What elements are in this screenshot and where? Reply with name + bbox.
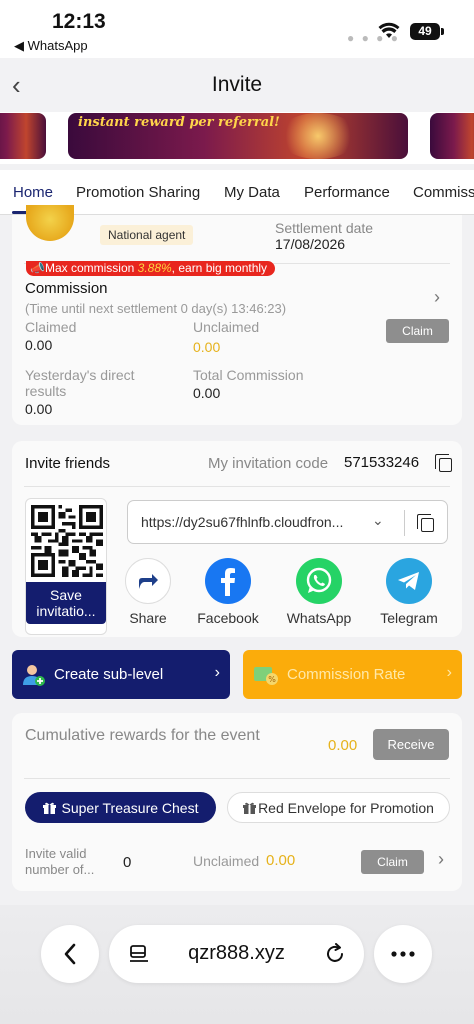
- reload-icon[interactable]: [324, 943, 346, 965]
- telegram-icon: [386, 558, 432, 604]
- share-option-whatsapp[interactable]: WhatsApp: [279, 558, 359, 626]
- yesterday-results-label: Yesterday's direct results: [25, 367, 135, 399]
- invitation-code-value: 571533246: [344, 454, 420, 471]
- gift-icon: [42, 802, 56, 814]
- qr-code-image: [31, 505, 103, 577]
- clock: 12:13: [52, 10, 106, 33]
- settlement-date-label: Settlement date: [275, 220, 374, 236]
- status-bar: 12:13 ◀ WhatsApp ● ● ● ● 49: [0, 0, 474, 58]
- tab-performance[interactable]: Performance: [304, 184, 390, 201]
- invite-valid-value: 0: [123, 854, 132, 871]
- tab-home[interactable]: Home: [13, 184, 53, 201]
- banner-slide-next[interactable]: [430, 113, 474, 159]
- commission-rate-icon: %: [254, 666, 278, 685]
- invite-link-field[interactable]: https://dy2su67fhlnfb.cloudfron... ⌄: [127, 500, 448, 544]
- cumulative-rewards-label: Cumulative rewards for the event: [25, 727, 260, 744]
- promo-percent: 3.88%: [137, 261, 172, 275]
- wifi-icon: [378, 22, 400, 38]
- back-to-app-link[interactable]: ◀ WhatsApp: [14, 38, 88, 54]
- page-title: Invite: [211, 73, 263, 96]
- red-envelope-label: Red Envelope for Promotion: [258, 799, 434, 816]
- commission-card: National agent Settlement date 17/08/202…: [12, 205, 462, 425]
- save-invitation-button[interactable]: Save invitatio...: [26, 582, 106, 624]
- chevron-right-icon[interactable]: ›: [438, 849, 444, 870]
- invite-link-text: https://dy2su67fhlnfb.cloudfron...: [141, 514, 344, 530]
- banner-art: [278, 113, 358, 159]
- whatsapp-label: WhatsApp: [286, 610, 352, 626]
- commission-rate-button[interactable]: % Commission Rate ›: [243, 650, 462, 699]
- svg-text:%: %: [268, 675, 276, 684]
- browser-back-button[interactable]: [41, 925, 99, 983]
- banner-slide-current[interactable]: instant reward per referral!: [68, 113, 408, 159]
- add-user-icon: [23, 664, 45, 686]
- banner-slide-prev[interactable]: [0, 113, 46, 159]
- tab-my-data[interactable]: My Data: [224, 184, 280, 201]
- gift-icon: [243, 802, 257, 814]
- divider: [24, 486, 450, 487]
- qr-code-panel: Save invitatio...: [25, 498, 107, 635]
- share-option-facebook[interactable]: Facebook: [188, 558, 268, 626]
- promo-suffix: , earn big monthly: [171, 261, 268, 275]
- yesterday-results-value: 0.00: [25, 401, 53, 417]
- unclaimed-label: Unclaimed: [193, 319, 260, 335]
- tab-super-treasure-chest[interactable]: Super Treasure Chest: [25, 792, 216, 823]
- max-commission-badge: 📣Max commission 3.88%, earn big monthly: [26, 261, 276, 276]
- whatsapp-icon: [296, 558, 342, 604]
- agent-level-badge: National agent: [100, 225, 194, 245]
- commission-rate-label: Commission Rate: [287, 666, 406, 683]
- invite-friends-title: Invite friends: [25, 455, 111, 472]
- chevron-right-icon[interactable]: ›: [434, 287, 440, 308]
- more-options-button[interactable]: [374, 925, 432, 983]
- next-settlement-countdown: (Time until next settlement 0 day(s) 13:…: [25, 301, 287, 316]
- claimed-value: 0.00: [25, 337, 53, 353]
- divider: [404, 510, 405, 536]
- event-rewards-card: Cumulative rewards for the event 0.00 Re…: [12, 713, 462, 891]
- promo-banner-carousel[interactable]: instant reward per referral!: [0, 112, 474, 164]
- cumulative-rewards-value: 0.00: [328, 737, 358, 754]
- invite-friends-card: Invite friends My invitation code 571533…: [12, 441, 462, 637]
- address-bar[interactable]: qzr888.xyz: [109, 925, 364, 983]
- claim-reward-button[interactable]: Claim: [361, 850, 424, 874]
- chevron-left-icon: [64, 943, 76, 965]
- event-unclaimed-label: Unclaimed: [193, 853, 260, 869]
- divider: [24, 778, 450, 779]
- share-option-share[interactable]: Share: [108, 558, 188, 626]
- receive-button[interactable]: Receive: [373, 729, 449, 760]
- avatar: [26, 205, 74, 241]
- banner-text: instant reward per referral!: [78, 115, 280, 130]
- megaphone-icon: 📣: [30, 261, 45, 275]
- more-dots-icon: [391, 951, 415, 957]
- create-sub-level-label: Create sub-level: [54, 666, 164, 683]
- unclaimed-value: 0.00: [193, 339, 221, 355]
- telegram-label: Telegram: [380, 610, 438, 626]
- promo-prefix: Max commission: [44, 261, 138, 275]
- chevron-down-icon[interactable]: ⌄: [372, 512, 384, 529]
- tab-red-envelope[interactable]: Red Envelope for Promotion: [227, 792, 450, 823]
- settlement-date-value: 17/08/2026: [275, 236, 346, 252]
- invitation-code-label: My invitation code: [208, 455, 329, 472]
- claim-commission-button[interactable]: Claim: [386, 319, 449, 343]
- share-option-telegram[interactable]: Telegram: [369, 558, 449, 626]
- create-sub-level-button[interactable]: Create sub-level ›: [12, 650, 230, 699]
- facebook-icon: [205, 558, 251, 604]
- facebook-label: Facebook: [197, 610, 259, 626]
- chevron-right-icon: ›: [214, 664, 220, 681]
- share-icon: [125, 558, 171, 604]
- super-treasure-chest-label: Super Treasure Chest: [61, 799, 199, 816]
- browser-toolbar: qzr888.xyz: [0, 905, 474, 1024]
- battery-icon: 49: [410, 23, 444, 40]
- chevron-right-icon: ›: [446, 664, 452, 681]
- tab-promotion-sharing[interactable]: Promotion Sharing: [76, 184, 200, 201]
- copy-code-icon[interactable]: [435, 454, 452, 472]
- page-header: ‹ Invite: [0, 58, 474, 112]
- tab-commission[interactable]: Commiss: [413, 184, 474, 201]
- claimed-label: Claimed: [25, 319, 77, 335]
- total-commission-label: Total Commission: [193, 367, 304, 383]
- share-label: Share: [129, 610, 167, 626]
- copy-link-icon[interactable]: [417, 514, 434, 532]
- total-commission-value: 0.00: [193, 385, 221, 401]
- invite-valid-label: Invite valid number of...: [25, 846, 95, 877]
- commission-title: Commission: [25, 280, 108, 297]
- event-unclaimed-value: 0.00: [266, 852, 296, 869]
